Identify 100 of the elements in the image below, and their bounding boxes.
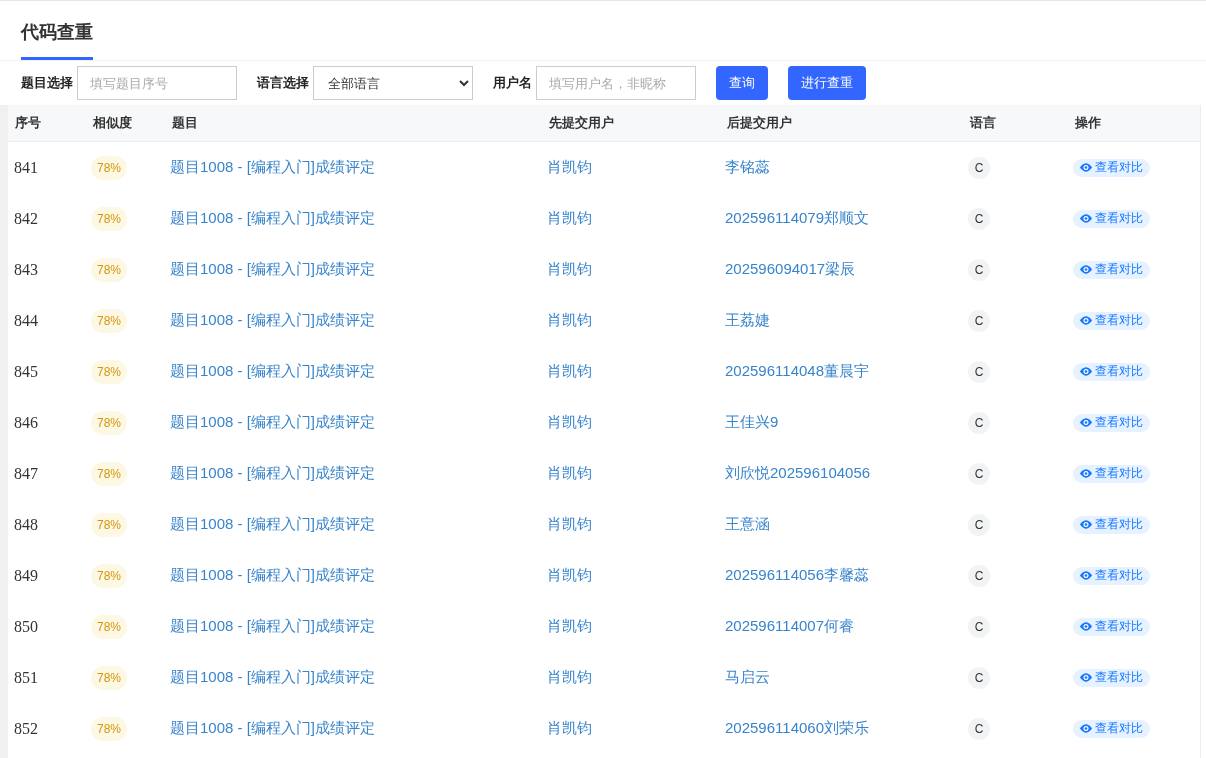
language-tag: C [968, 666, 990, 689]
eye-icon [1080, 724, 1092, 733]
user-link[interactable]: 肖凯钧 [547, 617, 592, 636]
user-link[interactable]: 王荔婕 [725, 311, 770, 330]
user-link[interactable]: 马启云 [725, 668, 770, 687]
user-link[interactable]: 肖凯钧 [547, 515, 592, 534]
similarity-tag: 78% [91, 359, 128, 384]
problem-link[interactable]: 题目1008 - [编程入门]成绩评定 [170, 515, 376, 534]
similarity-tag: 78% [91, 155, 128, 180]
user-link[interactable]: 202596114079郑顺文 [725, 209, 869, 228]
user-link[interactable]: 202596114056李馨蕊 [725, 566, 869, 585]
user-link[interactable]: 肖凯钧 [547, 158, 592, 177]
compare-button[interactable]: 查看对比 [1073, 311, 1150, 330]
compare-button[interactable]: 查看对比 [1073, 668, 1150, 687]
similarity-tag: 78% [91, 410, 128, 435]
language-tag: C [968, 309, 990, 332]
eye-icon [1080, 673, 1092, 682]
problem-link[interactable]: 题目1008 - [编程入门]成绩评定 [170, 311, 376, 330]
compare-button[interactable]: 查看对比 [1073, 209, 1150, 228]
problem-link[interactable]: 题目1008 - [编程入门]成绩评定 [170, 158, 376, 177]
compare-button[interactable]: 查看对比 [1073, 158, 1150, 177]
similarity-tag: 78% [91, 257, 128, 282]
similarity-tag: 78% [91, 563, 128, 588]
filter-label: 题目选择 [21, 74, 73, 92]
row-number: 851 [13, 668, 38, 687]
input-field[interactable]: 填写用户名，非昵称 [536, 66, 696, 100]
user-link[interactable]: 202596114007何睿 [725, 617, 854, 636]
language-tag: C [968, 513, 990, 536]
language-tag: C [968, 462, 990, 485]
input-field[interactable]: 填写题目序号 [77, 66, 237, 100]
user-link[interactable]: 202596094017梁辰 [725, 260, 856, 279]
problem-link[interactable]: 题目1008 - [编程入门]成绩评定 [170, 209, 376, 228]
language-tag: C [968, 615, 990, 638]
similarity-tag: 78% [91, 308, 128, 333]
check-button[interactable]: 进行查重 [788, 66, 866, 100]
eye-icon [1080, 469, 1092, 478]
language-tag: C [968, 207, 990, 230]
user-link[interactable]: 王意涵 [725, 515, 770, 534]
user-link[interactable]: 肖凯钧 [547, 311, 592, 330]
compare-button[interactable]: 查看对比 [1073, 617, 1150, 636]
row-number: 845 [13, 362, 38, 381]
user-link[interactable]: 肖凯钧 [547, 362, 592, 381]
search-button[interactable]: 查询 [716, 66, 768, 100]
filter-label: 用户名 [493, 74, 532, 92]
user-link[interactable]: 202596114060刘荣乐 [725, 719, 869, 738]
problem-link[interactable]: 题目1008 - [编程入门]成绩评定 [170, 566, 376, 585]
similarity-tag: 78% [91, 665, 128, 690]
eye-icon [1080, 418, 1092, 427]
row-number: 849 [13, 566, 38, 585]
user-link[interactable]: 李铭蕊 [725, 158, 770, 177]
eye-icon [1080, 367, 1092, 376]
row-number: 850 [13, 617, 38, 636]
user-link[interactable]: 肖凯钧 [547, 464, 592, 483]
problem-link[interactable]: 题目1008 - [编程入门]成绩评定 [170, 719, 376, 738]
problem-link[interactable]: 题目1008 - [编程入门]成绩评定 [170, 362, 376, 381]
problem-link[interactable]: 题目1008 - [编程入门]成绩评定 [170, 668, 376, 687]
user-link[interactable]: 肖凯钧 [547, 413, 592, 432]
column-header: 先提交用户 [549, 115, 614, 130]
similarity-tag: 78% [91, 206, 128, 231]
compare-button[interactable]: 查看对比 [1073, 260, 1150, 279]
eye-icon [1080, 622, 1092, 631]
problem-link[interactable]: 题目1008 - [编程入门]成绩评定 [170, 464, 376, 483]
column-header: 后提交用户 [727, 115, 792, 130]
problem-link[interactable]: 题目1008 - [编程入门]成绩评定 [170, 617, 376, 636]
row-number: 841 [13, 158, 38, 177]
compare-button[interactable]: 查看对比 [1073, 464, 1150, 483]
language-tag: C [968, 156, 990, 179]
language-tag: C [968, 411, 990, 434]
problem-link[interactable]: 题目1008 - [编程入门]成绩评定 [170, 260, 376, 279]
user-link[interactable]: 202596114048董晨宇 [725, 362, 869, 381]
row-number: 843 [13, 260, 38, 279]
compare-button[interactable]: 查看对比 [1073, 515, 1150, 534]
compare-button[interactable]: 查看对比 [1073, 719, 1150, 738]
eye-icon [1080, 520, 1092, 529]
compare-button[interactable]: 查看对比 [1073, 362, 1150, 381]
similarity-tag: 78% [91, 614, 128, 639]
user-link[interactable]: 王佳兴9 [725, 413, 779, 432]
eye-icon [1080, 316, 1092, 325]
dropdown-select[interactable]: 全部语言 [313, 66, 473, 100]
user-link[interactable]: 肖凯钧 [547, 209, 592, 228]
language-tag: C [968, 564, 990, 587]
user-link[interactable]: 肖凯钧 [547, 668, 592, 687]
language-tag: C [968, 258, 990, 281]
row-number: 852 [13, 719, 38, 738]
user-link[interactable]: 刘欣悦202596104056 [725, 464, 871, 483]
compare-button[interactable]: 查看对比 [1073, 566, 1150, 585]
column-header: 相似度 [93, 115, 132, 130]
row-number: 842 [13, 209, 38, 228]
user-link[interactable]: 肖凯钧 [547, 566, 592, 585]
column-header: 序号 [15, 115, 41, 130]
similarity-tag: 78% [91, 512, 128, 537]
row-number: 848 [13, 515, 38, 534]
user-link[interactable]: 肖凯钧 [547, 260, 592, 279]
tab[interactable]: 代码查重 [21, 20, 93, 60]
user-link[interactable]: 肖凯钧 [547, 719, 592, 738]
column-header: 题目 [172, 115, 198, 130]
column-header: 操作 [1075, 115, 1101, 130]
problem-link[interactable]: 题目1008 - [编程入门]成绩评定 [170, 413, 376, 432]
similarity-tag: 78% [91, 716, 128, 741]
compare-button[interactable]: 查看对比 [1073, 413, 1150, 432]
